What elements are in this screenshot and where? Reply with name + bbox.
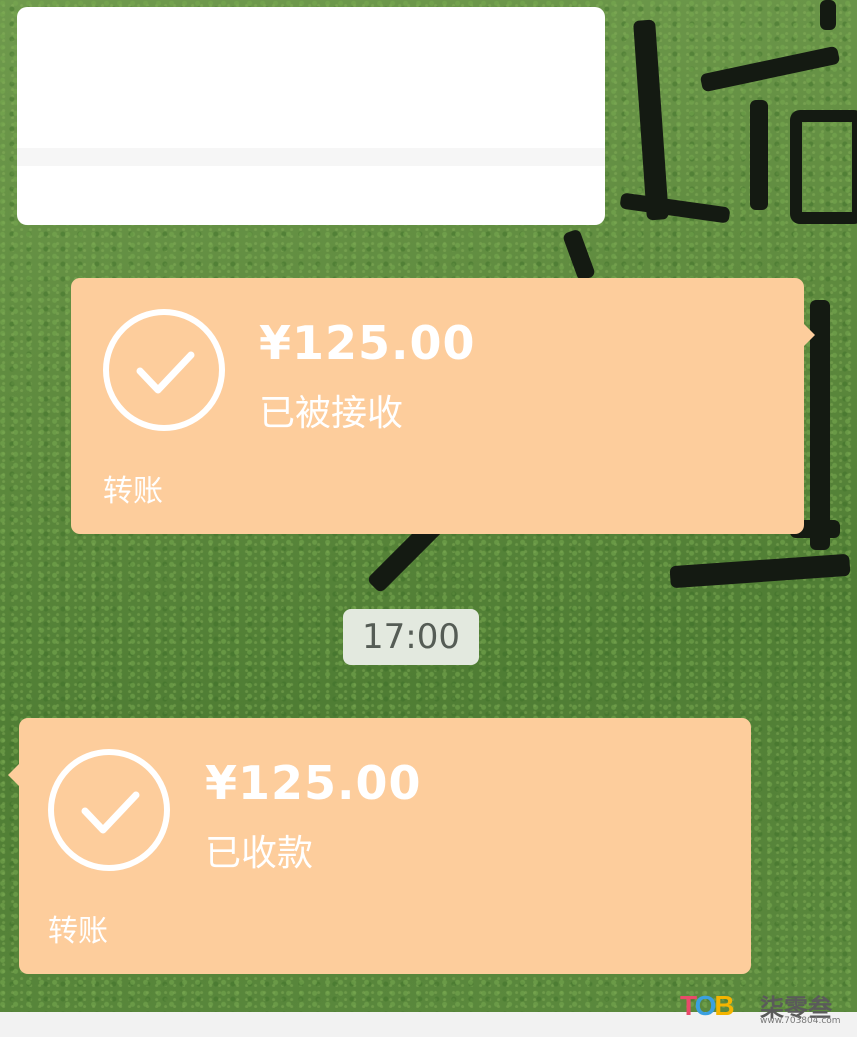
transfer-amount: ¥125.00 (205, 756, 422, 810)
transfer-status: 已被接收 (259, 393, 404, 434)
transfer-label: 转账 (103, 474, 163, 509)
site-watermark: TOB 柒零叁 www.703804.com (680, 988, 850, 1028)
transfer-label: 转账 (48, 914, 108, 949)
bubble-tail (804, 324, 815, 346)
transfer-bubble-sent[interactable]: ¥125.00 已被接收 转账 (71, 278, 815, 534)
check-circle-icon (48, 749, 170, 871)
bubble-tail (8, 764, 19, 786)
message-card-blank[interactable] (17, 7, 605, 225)
check-circle-icon (103, 309, 225, 431)
transfer-bubble-received[interactable]: ¥125.00 已收款 转账 (8, 718, 751, 974)
transfer-status: 已收款 (205, 833, 314, 874)
transfer-amount: ¥125.00 (259, 316, 476, 370)
message-timestamp: 17:00 (343, 609, 479, 665)
watermark-url: www.703804.com (760, 1016, 841, 1026)
card-divider (17, 148, 605, 166)
watermark-logo: TOB (680, 990, 735, 1021)
